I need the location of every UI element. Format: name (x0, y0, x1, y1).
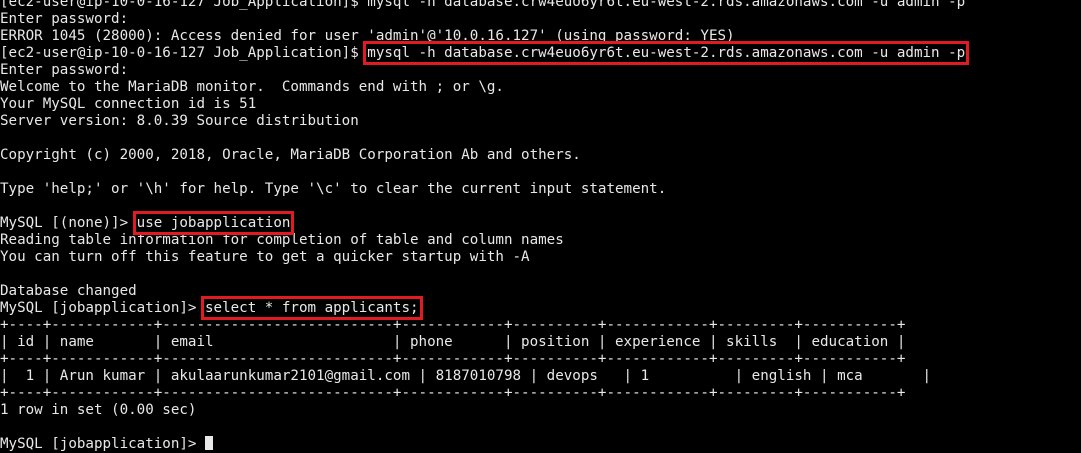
terminal-line: MySQL [jobapplication]> select * from ap… (0, 296, 1081, 320)
text-cursor (205, 436, 213, 450)
table-border: +----+------------+---------------------… (0, 385, 906, 401)
terminal-window[interactable]: [ec2-user@ip-10-0-16-127 Job_Application… (0, 0, 1081, 453)
table-border: +----+------------+---------------------… (0, 317, 906, 333)
table-header-row: | id | name | email | phone | position |… (0, 334, 906, 350)
terminal-line: Enter password: (0, 62, 129, 78)
mysql-prompt: MySQL [jobapplication]> (0, 436, 205, 452)
mysql-prompt: MySQL [(none)]> (0, 215, 137, 231)
terminal-line: Server version: 8.0.39 Source distributi… (0, 113, 359, 129)
terminal-input-line[interactable]: MySQL [jobapplication]> (0, 436, 1081, 453)
terminal-line: 1 row in set (0.00 sec) (0, 402, 197, 418)
shell-prompt: [ec2-user@ip-10-0-16-127 Job_Application… (0, 45, 368, 61)
mysql-prompt: MySQL [jobapplication]> (0, 300, 205, 316)
terminal-line: Database changed (0, 283, 137, 299)
terminal-line: Type 'help;' or '\h' for help. Type '\c'… (0, 181, 667, 197)
terminal-line: Reading table information for completion… (0, 232, 564, 248)
highlighted-mysql-command: mysql -h database.crw4euo6yr6t.eu-west-2… (363, 41, 970, 65)
error-line: ERROR 1045 (28000): Access denied for us… (0, 28, 735, 44)
terminal-line: [ec2-user@ip-10-0-16-127 Job_Application… (0, 41, 1081, 65)
terminal-line: Copyright (c) 2000, 2018, Oracle, MariaD… (0, 147, 581, 163)
highlighted-use-command: use jobapplication (132, 211, 295, 235)
terminal-line: Welcome to the MariaDB monitor. Commands… (0, 79, 504, 95)
terminal-line: Your MySQL connection id is 51 (0, 96, 257, 112)
terminal-line: MySQL [(none)]> use jobapplication (0, 211, 1081, 235)
highlighted-select-command: select * from applicants; (201, 296, 423, 320)
terminal-line: You can turn off this feature to get a q… (0, 249, 530, 265)
terminal-line: [ec2-user@ip-10-0-16-127 Job_Application… (0, 0, 966, 10)
terminal-line: Enter password: (0, 11, 129, 27)
table-row: | 1 | Arun kumar | akulaarunkumar2101@gm… (0, 368, 932, 384)
table-border: +----+------------+---------------------… (0, 351, 906, 367)
